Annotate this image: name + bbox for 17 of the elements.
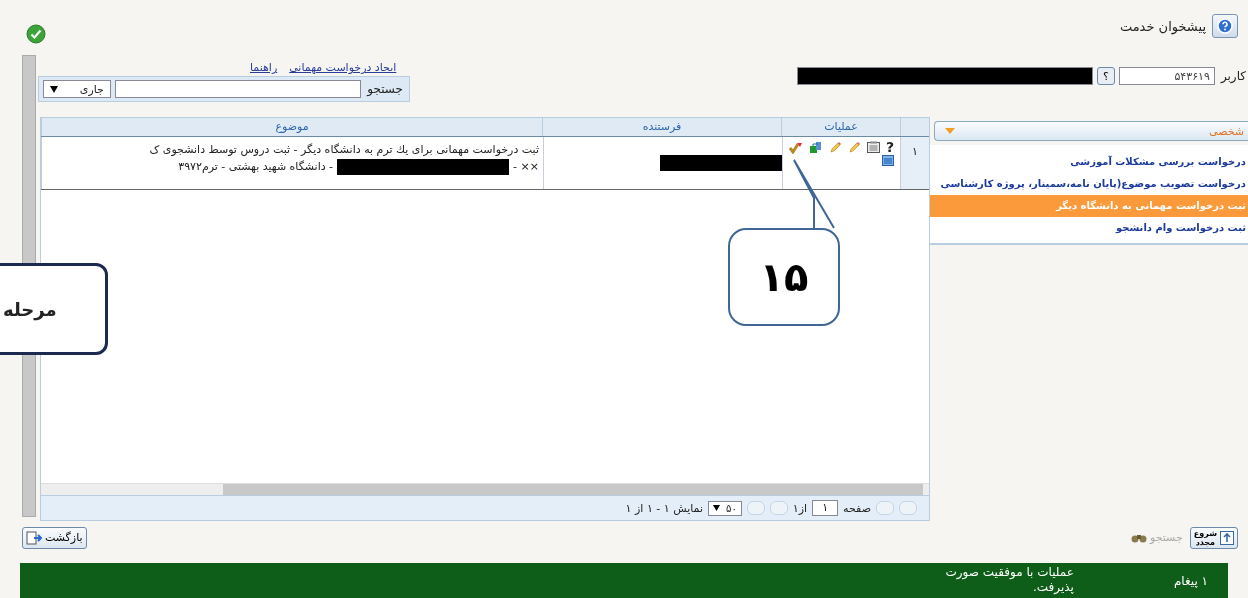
record-summary: نمایش ۱ - ۱ از ۱	[625, 501, 704, 515]
callout-tooltip: مرحله	[0, 263, 108, 355]
message-count: ۱ پیغام	[1173, 573, 1208, 588]
column-header: فرستنده	[542, 118, 781, 137]
column-header: عملیات	[781, 118, 900, 137]
row-number: ۱	[900, 137, 929, 190]
status-message: عملیات با موفقیت صورت پذیرفت.	[944, 564, 1074, 595]
subject-text: ×× -	[513, 159, 539, 176]
subject-text: - دانشگاه شهید بهشتی - ترم۳۹۷۲	[178, 159, 334, 176]
user-label: کاربر	[1219, 69, 1247, 84]
column-header: موضوع	[41, 118, 542, 137]
search-label: جستجو	[365, 82, 404, 97]
page-count: از۱	[792, 501, 808, 515]
page-label: صفحه	[843, 501, 871, 515]
callout: ۱۵	[728, 228, 840, 326]
page-title: پیشخوان خدمت	[1119, 18, 1206, 34]
subject-text: ثبت درخواست مهمانی برای یك ترم به دانشگاه دیگر - ثبت دروس توسط دانشجوی ک	[148, 142, 539, 159]
